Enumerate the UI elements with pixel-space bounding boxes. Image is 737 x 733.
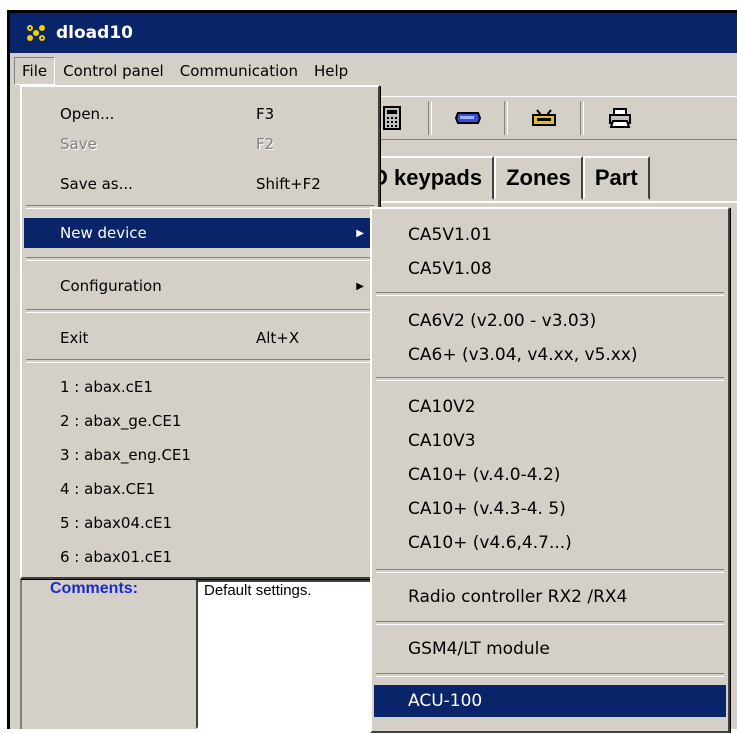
menu-item-new-device[interactable]: New device ▶ (24, 218, 376, 248)
new-device-submenu: CA5V1.01 CA5V1.08 CA6V2 (v2.00 - v3.03) … (370, 207, 730, 733)
submenu-item-device[interactable]: CA5V1.08 (374, 253, 726, 285)
toolbar (370, 96, 737, 140)
menu-item-label: Exit (60, 329, 89, 347)
window-title: dload10 (56, 23, 133, 43)
menu-separator (376, 673, 724, 677)
calculator-icon (383, 106, 401, 130)
menu-item-shortcut: F3 (256, 105, 275, 123)
menu-item-label: Open... (60, 105, 115, 123)
tab-partitions[interactable]: Part (582, 156, 650, 200)
modem-button[interactable] (446, 101, 490, 135)
menu-item-recent-file[interactable]: 4 : abax.CE1 (24, 474, 376, 504)
menu-item-save: Save F2 (24, 129, 376, 159)
connection-button[interactable] (522, 101, 566, 135)
menu-separator (26, 359, 374, 363)
comments-field[interactable]: Default settings. (196, 580, 390, 729)
menu-separator (376, 569, 724, 573)
submenu-item-acu-100[interactable]: ACU-100 (374, 685, 726, 717)
menu-separator (376, 377, 724, 381)
menu-item-label: Save (60, 135, 97, 153)
tab-strip: D keypads Zones Part (360, 154, 737, 200)
submenu-item-device[interactable]: CA6V2 (v2.00 - v3.03) (374, 305, 726, 337)
menu-item-recent-file[interactable]: 2 : abax_ge.CE1 (24, 406, 376, 436)
menu-separator (26, 205, 374, 209)
submenu-item-device[interactable]: CA6+ (v3.04, v4.xx, v5.xx) (374, 339, 726, 371)
menu-file[interactable]: File (14, 57, 56, 85)
menu-item-exit[interactable]: Exit Alt+X (24, 323, 376, 353)
submenu-arrow-icon: ▶ (356, 280, 364, 292)
submenu-arrow-icon: ▶ (356, 227, 364, 239)
menu-item-configuration[interactable]: Configuration ▶ (24, 271, 376, 301)
connection-icon (532, 109, 556, 126)
submenu-item-device[interactable]: Radio controller RX2 /RX4 (374, 581, 726, 613)
menu-item-label: Save as... (60, 175, 133, 193)
comments-label: Comments: (50, 580, 139, 597)
menu-item-label: New device (60, 224, 147, 242)
menu-separator (376, 621, 724, 625)
toolbar-separator (580, 101, 584, 135)
comments-text: Default settings. (204, 582, 312, 599)
menu-bar: File Control panel Communication Help (10, 56, 737, 86)
menu-communication[interactable]: Communication (172, 57, 306, 85)
submenu-item-device[interactable]: CA10+ (v4.6,4.7...) (374, 527, 726, 559)
tab-zones[interactable]: Zones (494, 156, 583, 200)
printer-icon (609, 108, 631, 128)
modem-icon (455, 112, 481, 124)
print-button[interactable] (598, 101, 642, 135)
menu-item-shortcut: Alt+X (256, 329, 300, 347)
submenu-item-device[interactable]: CA10V2 (374, 391, 726, 423)
menu-item-label: Configuration (60, 277, 162, 295)
tab-lcd-keypads[interactable]: D keypads (360, 156, 495, 200)
menu-control-panel[interactable]: Control panel (55, 57, 172, 85)
toolbar-separator (428, 101, 432, 135)
file-menu: Open... F3 Save F2 Save as... Shift+F2 N… (20, 85, 380, 579)
menu-item-open[interactable]: Open... F3 (24, 99, 376, 129)
submenu-item-device[interactable]: CA10+ (v.4.3-4. 5) (374, 493, 726, 525)
menu-separator (26, 309, 374, 313)
submenu-item-device[interactable]: CA5V1.01 (374, 219, 726, 251)
menu-item-shortcut: Shift+F2 (256, 175, 321, 193)
menu-item-recent-file[interactable]: 5 : abax04.cE1 (24, 508, 376, 538)
app-icon (24, 23, 48, 43)
title-bar: dload10 (10, 13, 737, 53)
menu-item-recent-file[interactable]: 1 : abax.cE1 (24, 372, 376, 402)
menu-item-recent-file[interactable]: 3 : abax_eng.CE1 (24, 440, 376, 470)
menu-item-shortcut: F2 (256, 135, 275, 153)
menu-item-save-as[interactable]: Save as... Shift+F2 (24, 169, 376, 199)
menu-item-recent-file[interactable]: 6 : abax01.cE1 (24, 542, 376, 572)
submenu-item-device[interactable]: CA10+ (v.4.0-4.2) (374, 459, 726, 491)
menu-separator (376, 292, 724, 296)
menu-separator (26, 257, 374, 261)
submenu-item-device[interactable]: CA10V3 (374, 425, 726, 457)
menu-help[interactable]: Help (306, 57, 356, 85)
submenu-item-device[interactable]: GSM4/LT module (374, 633, 726, 665)
toolbar-separator (504, 101, 508, 135)
